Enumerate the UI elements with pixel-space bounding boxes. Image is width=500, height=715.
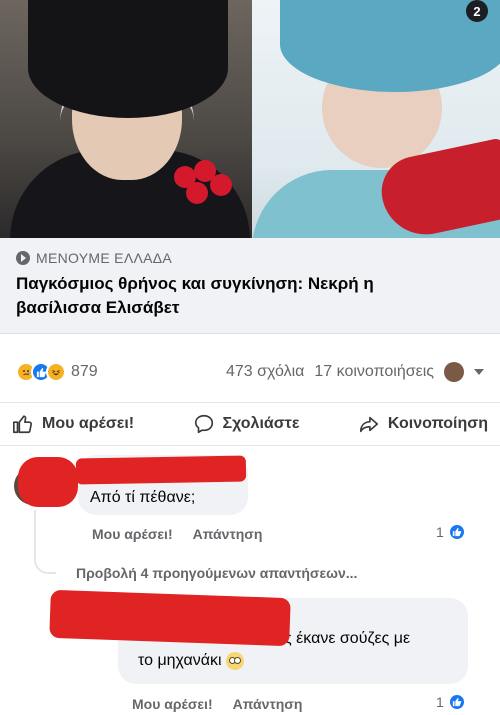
avatar[interactable]: [444, 362, 464, 382]
thread-line: [34, 510, 56, 574]
comment-reply-link[interactable]: Απάντηση: [233, 696, 303, 712]
image-count-badge[interactable]: 2: [466, 0, 488, 22]
comment-text: το μηχανάκι: [138, 652, 222, 669]
comment-text: Από τί πέθανε;: [90, 489, 196, 506]
post-stats: 879 473 σχόλια 17 κοινοποιήσεις: [0, 352, 500, 392]
speech-bubble-icon: [194, 414, 213, 434]
share-arrow-icon: [359, 416, 378, 433]
poppy-brooch: [170, 160, 240, 218]
link-headline[interactable]: Παγκόσμιος θρήνος και συγκίνηση: Νεκρή η…: [16, 272, 484, 320]
comment-meta: Μου αρέσει! Απάντηση: [92, 526, 262, 542]
photo-left: [0, 0, 252, 238]
like-icon: [447, 693, 466, 711]
post-actions: Μου αρέσει! Σχολιάστε Κοινοποίηση: [0, 402, 500, 446]
photo-right: [252, 0, 500, 238]
headline-line: βασίλισσα Ελισάβετ: [16, 298, 180, 317]
comment-button[interactable]: Σχολιάστε: [193, 413, 300, 435]
thumbs-up-icon: [13, 415, 32, 434]
redacted-avatar: [18, 457, 78, 507]
like-count-value: 1: [436, 524, 444, 540]
black-hat: [28, 0, 228, 118]
comment: Από τί πέθανε; Μου αρέσει! Απάντηση 1: [14, 455, 494, 565]
post-image[interactable]: 2: [0, 0, 500, 238]
comment-like-link[interactable]: Μου αρέσει!: [92, 526, 173, 542]
shares-count[interactable]: 17 κοινοποιήσεις: [314, 363, 434, 381]
haha-icon: [46, 362, 66, 382]
comments-count[interactable]: 473 σχόλια: [226, 363, 304, 381]
comment-like-count[interactable]: 1: [436, 523, 466, 541]
comment-text-line: το μηχανάκι: [138, 650, 456, 672]
comment-like-count[interactable]: 1: [436, 693, 466, 711]
link-preview[interactable]: ΜΕΝΟΥΜΕ ΕΛΛΑΔΑ Παγκόσμιος θρήνος και συγ…: [0, 238, 500, 334]
like-icon: [447, 523, 466, 541]
comment-like-link[interactable]: Μου αρέσει!: [132, 696, 213, 712]
like-button[interactable]: Μου αρέσει!: [12, 413, 134, 435]
share-label: Κοινοποίηση: [387, 415, 488, 432]
comment-meta: Μου αρέσει! Απάντηση: [132, 696, 302, 712]
comment: ς έκανε σούζες με το μηχανάκι Μου αρέσει…: [14, 589, 494, 715]
headline-line: Παγκόσμιος θρήνος και συγκίνηση: Νεκρή η: [16, 274, 374, 293]
view-previous-replies[interactable]: Προβολή 4 προηγούμενων απαντήσεων...: [76, 565, 357, 581]
like-label: Μου αρέσει!: [42, 415, 135, 432]
link-source: ΜΕΝΟΥΜΕ ΕΛΛΑΔΑ: [16, 250, 484, 266]
reaction-count: 879: [71, 363, 98, 380]
source-name: ΜΕΝΟΥΜΕ ΕΛΛΑΔΑ: [36, 250, 173, 266]
reactions-summary[interactable]: 879: [16, 362, 98, 382]
like-count-value: 1: [436, 694, 444, 710]
comment-label: Σχολιάστε: [222, 415, 300, 432]
comment-reply-link[interactable]: Απάντηση: [193, 526, 263, 542]
rolling-eyes-emoji-icon: [226, 651, 245, 670]
share-button[interactable]: Κοινοποίηση: [358, 413, 488, 435]
engagement-counts: 473 σχόλια 17 κοινοποιήσεις: [226, 362, 484, 382]
chevron-down-icon[interactable]: [474, 369, 484, 375]
redacted-name: [75, 455, 247, 485]
play-circle-icon: [16, 251, 30, 265]
redacted-name: [49, 589, 291, 647]
